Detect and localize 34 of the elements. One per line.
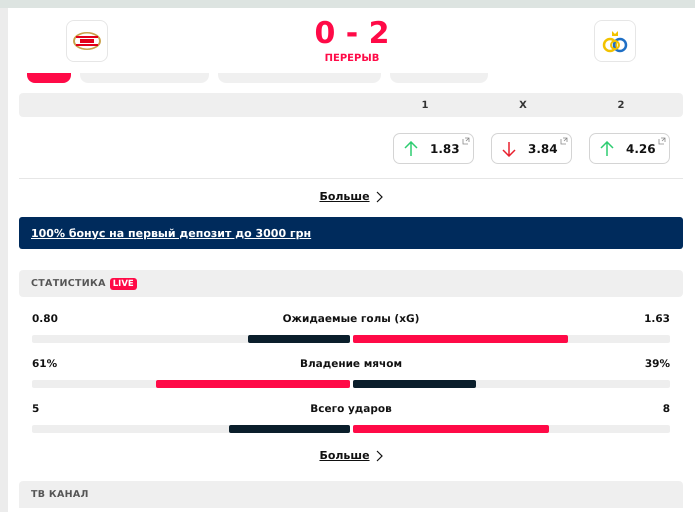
tab[interactable] <box>27 73 71 83</box>
odds-button[interactable]: 4.26 <box>589 133 670 164</box>
more-link[interactable]: Больше <box>319 190 383 203</box>
stat-label: Владение мячом <box>300 358 402 370</box>
club-crest-icon <box>602 28 628 52</box>
external-link-icon <box>462 137 470 145</box>
live-badge: LIVE <box>110 278 137 290</box>
promo-link[interactable]: 100% бонус на первый депозит до 3000 грн <box>31 226 312 240</box>
column-header: X <box>518 100 528 110</box>
stat-value: 5 <box>32 403 40 415</box>
more-link[interactable]: Больше <box>319 449 383 462</box>
chevron-right-icon <box>376 450 383 462</box>
match-status: ПЕРЕРЫВ <box>324 53 380 64</box>
stat-value: 39% <box>644 358 670 370</box>
external-link-icon <box>658 137 666 145</box>
column-header: 1 <box>420 100 430 110</box>
section-title: ТВ КАНАЛ <box>31 489 89 500</box>
chevron-right-icon <box>376 190 383 202</box>
stat-label: Всего ударов <box>310 403 392 415</box>
club-crest-icon <box>72 30 102 50</box>
stat-value: 61% <box>32 358 58 370</box>
column-header: 2 <box>616 100 626 110</box>
arrow-down-icon <box>502 140 516 156</box>
arrow-up-icon <box>404 140 418 156</box>
section-title: СТАТИСТИКА <box>31 278 106 289</box>
stat-value: 0.80 <box>32 313 58 325</box>
stat-value: 8 <box>662 403 670 415</box>
arrow-up-icon <box>600 140 614 156</box>
stat-label: Ожидаемые голы (xG) <box>282 313 420 325</box>
odds-button[interactable]: 1.83 <box>393 133 474 164</box>
stat-value: 1.63 <box>644 313 670 325</box>
external-link-icon <box>560 137 568 145</box>
odds-button[interactable]: 3.84 <box>491 133 572 164</box>
match-score: 0 - 2 <box>314 17 390 51</box>
